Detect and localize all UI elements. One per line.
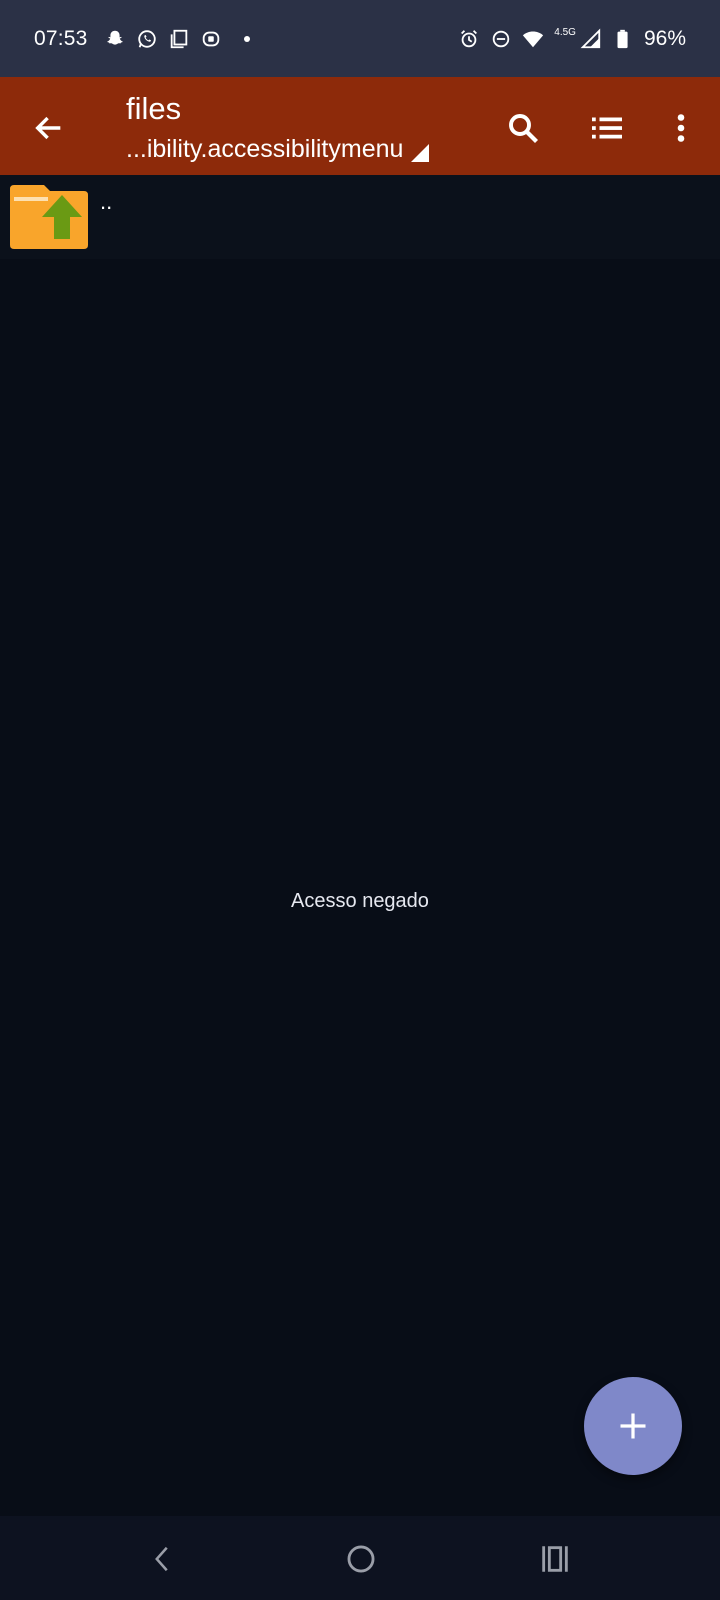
alarm-icon [458, 28, 480, 50]
notification-dot-icon [243, 35, 250, 42]
view-mode-button[interactable] [580, 101, 634, 155]
path-selector[interactable]: ...ibility.accessibilitymenu [126, 135, 430, 164]
list-item[interactable]: .. [0, 175, 720, 259]
path-label: ...ibility.accessibilitymenu [126, 135, 404, 163]
add-button[interactable] [584, 1377, 682, 1475]
nav-home-button[interactable] [334, 1532, 388, 1586]
network-type: 4.5G [554, 27, 576, 38]
wifi-icon [522, 28, 544, 50]
copy-icon [168, 28, 190, 50]
navigation-bar [0, 1516, 720, 1600]
search-icon [509, 114, 538, 143]
home-icon [347, 1545, 375, 1573]
more-options-button[interactable] [654, 101, 708, 155]
list-view-icon [592, 117, 622, 139]
search-button[interactable] [496, 101, 550, 155]
folder-up-icon [10, 185, 88, 249]
whatsapp-icon [136, 28, 158, 50]
status-bar: 07:53 4.5G 96% [0, 0, 720, 77]
more-options-icon [677, 114, 685, 142]
battery-icon [612, 28, 634, 50]
plus-icon [620, 1413, 646, 1439]
back-button[interactable] [22, 101, 76, 155]
recents-icon [542, 1546, 568, 1572]
status-time: 07:53 [34, 26, 88, 50]
empty-message: Acesso negado [291, 890, 429, 912]
status-bar-right: 4.5G 96% [458, 27, 686, 51]
nav-back-button[interactable] [136, 1532, 190, 1586]
snapchat-icon [104, 28, 126, 50]
dnd-icon [490, 28, 512, 50]
status-bar-left: 07:53 [34, 27, 250, 51]
arrow-back-icon [35, 116, 61, 140]
back-icon [155, 1546, 168, 1572]
signal-icon [580, 28, 602, 50]
app-bar: files ...ibility.accessibilitymenu [0, 77, 720, 175]
file-name: .. [100, 189, 113, 214]
nav-recents-button[interactable] [528, 1532, 582, 1586]
dropdown-caret-icon [411, 144, 430, 162]
battery-percent: 96% [643, 26, 686, 50]
page-title: files [126, 91, 182, 126]
teams-icon [200, 28, 222, 50]
